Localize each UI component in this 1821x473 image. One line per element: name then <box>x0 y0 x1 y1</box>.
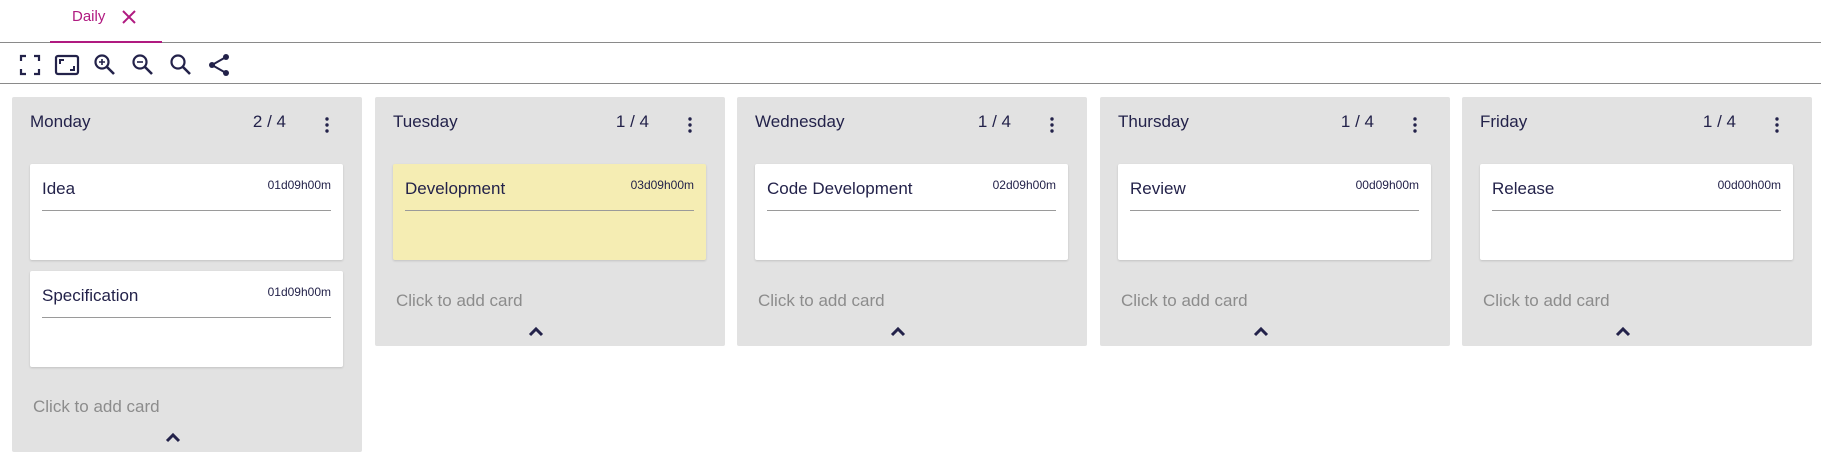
card-divider <box>42 317 331 318</box>
tab-label: Daily <box>72 8 106 25</box>
chevron-up-icon[interactable] <box>1615 325 1631 337</box>
zoom-in-icon[interactable] <box>92 52 118 78</box>
card-divider <box>1492 210 1781 211</box>
card-title: Specification <box>42 286 139 305</box>
column-card-count: 1 / 4 <box>977 112 1011 131</box>
card[interactable]: Code Development 02d09h00m <box>755 164 1068 260</box>
column-monday: Monday 2 / 4 Idea 01d09h00m Specificatio… <box>12 97 362 452</box>
add-card-button[interactable]: Click to add card <box>396 291 523 311</box>
chevron-up-icon[interactable] <box>165 431 181 443</box>
column-wednesday: Wednesday 1 / 4 Code Development 02d09h0… <box>737 97 1087 346</box>
card-divider <box>1130 210 1419 211</box>
add-card-button[interactable]: Click to add card <box>1121 291 1248 311</box>
column-title: Tuesday <box>393 112 458 131</box>
card-title: Release <box>1492 179 1555 198</box>
toolbar <box>0 43 1821 84</box>
add-card-button[interactable]: Click to add card <box>1483 291 1610 311</box>
column-card-count: 1 / 4 <box>615 112 649 131</box>
chevron-up-icon[interactable] <box>890 325 906 337</box>
close-icon[interactable] <box>120 8 138 26</box>
more-vert-icon[interactable] <box>320 115 334 135</box>
card-title: Development <box>405 179 506 198</box>
column-tuesday: Tuesday 1 / 4 Development 03d09h00m Clic… <box>375 97 725 346</box>
more-vert-icon[interactable] <box>1408 115 1422 135</box>
card-title: Code Development <box>767 179 913 198</box>
more-vert-icon[interactable] <box>683 115 697 135</box>
search-icon[interactable] <box>168 52 194 78</box>
tab-bar: Daily <box>0 0 1821 43</box>
card[interactable]: Idea 01d09h00m <box>30 164 343 260</box>
card-title: Idea <box>42 179 76 198</box>
card[interactable]: Release 00d00h00m <box>1480 164 1793 260</box>
card-divider <box>405 210 694 211</box>
add-card-button[interactable]: Click to add card <box>758 291 885 311</box>
card-time: 01d09h00m <box>267 285 331 299</box>
column-thursday: Thursday 1 / 4 Review 00d09h00m Click to… <box>1100 97 1450 346</box>
column-card-count: 2 / 4 <box>252 112 286 131</box>
share-icon[interactable] <box>206 52 232 78</box>
card-title: Review <box>1130 179 1186 198</box>
card-time: 03d09h00m <box>630 178 694 192</box>
card[interactable]: Development 03d09h00m <box>393 164 706 260</box>
column-title: Friday <box>1480 112 1528 131</box>
card-time: 01d09h00m <box>267 178 331 192</box>
column-friday: Friday 1 / 4 Release 00d00h00m Click to … <box>1462 97 1812 346</box>
card[interactable]: Specification 01d09h00m <box>30 271 343 367</box>
add-card-button[interactable]: Click to add card <box>33 397 160 417</box>
chevron-up-icon[interactable] <box>528 325 544 337</box>
card[interactable]: Review 00d09h00m <box>1118 164 1431 260</box>
column-card-count: 1 / 4 <box>1702 112 1736 131</box>
chevron-up-icon[interactable] <box>1253 325 1269 337</box>
fullscreen-icon[interactable] <box>17 52 43 78</box>
more-vert-icon[interactable] <box>1045 115 1059 135</box>
more-vert-icon[interactable] <box>1770 115 1784 135</box>
card-time: 00d00h00m <box>1717 178 1781 192</box>
card-time: 00d09h00m <box>1355 178 1419 192</box>
card-divider <box>42 210 331 211</box>
zoom-out-icon[interactable] <box>130 52 156 78</box>
tab-daily[interactable]: Daily <box>50 0 162 43</box>
column-card-count: 1 / 4 <box>1340 112 1374 131</box>
card-time: 02d09h00m <box>992 178 1056 192</box>
column-title: Monday <box>30 112 91 131</box>
column-title: Wednesday <box>755 112 845 131</box>
fit-screen-icon[interactable] <box>54 52 80 78</box>
column-title: Thursday <box>1118 112 1189 131</box>
card-divider <box>767 210 1056 211</box>
